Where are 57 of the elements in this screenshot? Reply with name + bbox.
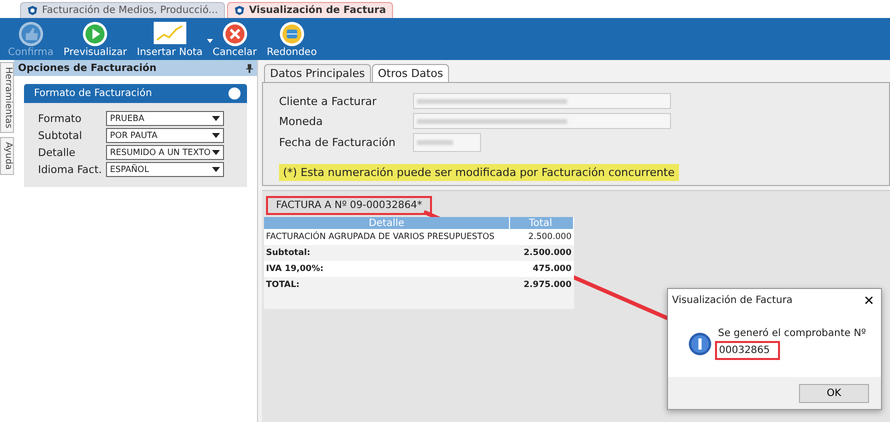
field-label: Subtotal — [38, 130, 83, 142]
line-chart-icon — [152, 20, 188, 44]
ok-button[interactable]: OK — [799, 384, 869, 402]
shield-icon — [234, 5, 245, 16]
toolbar-button[interactable]: Previsualizar — [64, 20, 127, 58]
field-label: Idioma Fact. — [38, 164, 103, 176]
dropdown[interactable]: PRUEBA — [106, 111, 224, 126]
play-icon — [82, 20, 108, 46]
toolbar-button[interactable]: Redondeo — [266, 20, 317, 58]
thumbs-up-icon — [18, 20, 44, 46]
table-cell: 475.000 — [510, 261, 574, 277]
input-field[interactable] — [413, 93, 671, 109]
input-field[interactable] — [413, 113, 671, 129]
table-cell: IVA 19,00%: — [264, 261, 510, 277]
field-label: Detalle — [38, 146, 76, 158]
group-title: Formato de Facturación — [34, 88, 152, 99]
dropdown-arrow-icon — [212, 167, 220, 172]
voucher-number: 00032865 — [715, 341, 780, 360]
toolbar-button[interactable]: Cancelar — [212, 20, 257, 58]
field-label: Formato — [38, 112, 82, 124]
dialog-message: Se generó el comprobante Nº — [718, 328, 866, 339]
document-tab[interactable]: Visualización de Factura — [226, 2, 393, 18]
table-cell: TOTAL: — [264, 277, 510, 293]
dropdown-arrow-icon — [212, 116, 220, 121]
panel-title: Opciones de Facturación — [18, 62, 156, 74]
field-label: Fecha de Facturación — [279, 136, 396, 149]
toolbar-button[interactable]: Insertar Nota — [136, 20, 203, 58]
dropdown-arrow-icon — [212, 150, 220, 155]
field-label: Cliente a Facturar — [279, 94, 378, 108]
side-tab[interactable]: Ayuda — [0, 137, 14, 176]
close-button[interactable]: ✕ — [857, 292, 881, 308]
dropdown[interactable]: POR PAUTA — [106, 128, 224, 143]
tab[interactable]: Otros Datos — [372, 64, 450, 82]
dropdown-arrow-icon — [212, 133, 220, 138]
caret-icon — [206, 38, 213, 42]
close-icon — [222, 20, 248, 46]
side-tab[interactable]: Herramientas — [0, 62, 14, 134]
pin-icon[interactable] — [246, 64, 253, 72]
document-tab[interactable]: Facturación de Medios, Producció... — [20, 2, 225, 18]
tab[interactable]: Datos Principales — [264, 64, 371, 82]
collapse-toggle-icon[interactable] — [228, 87, 241, 100]
table-cell: FACTURACIÓN AGRUPADA DE VARIOS PRESUPUESTOS — [264, 229, 510, 245]
table-cell: 2.975.000 — [510, 277, 574, 293]
dropdown[interactable]: RESUMIDO A UN TEXTO — [106, 145, 224, 160]
field-label: Moneda — [279, 114, 324, 128]
invoice-tab[interactable]: FACTURA A Nº 09-00032864* — [266, 196, 432, 215]
table-cell: Subtotal: — [264, 245, 510, 261]
table-cell: 2.500.000 — [510, 229, 574, 245]
info-icon — [688, 332, 712, 356]
dialog-title: Visualización de Factura — [672, 294, 793, 306]
notice-text: (*) Esta numeración puede ser modificada por Facturación concurrente — [279, 164, 679, 181]
input-field[interactable] — [413, 133, 481, 152]
table-cell: 2.500.000 — [510, 245, 574, 261]
dropdown[interactable]: ESPAÑOL — [106, 162, 224, 177]
shield-icon — [27, 5, 38, 16]
coins-icon — [278, 20, 305, 46]
blurred-text — [417, 140, 453, 145]
